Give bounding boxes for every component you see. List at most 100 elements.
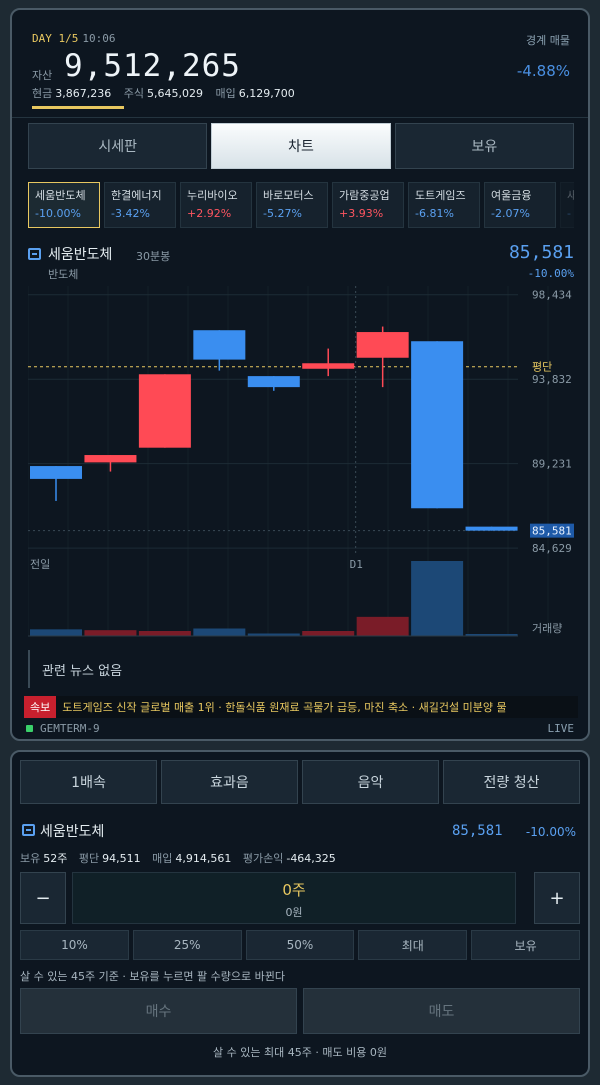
stock-selector-strip: 세움반도체 -10.00% 한결에너지 -3.42% 누리바이오 +2.92% 바로모… [28, 182, 574, 230]
increase-qty-button[interactable]: + [534, 872, 580, 924]
preset-25-button[interactable]: 25% [132, 930, 242, 960]
candle-body [465, 526, 518, 531]
order-form: 세움반도체 85,581 -10.00% 보유 52주 평단 94,511 매입 4,… [20, 812, 580, 1070]
price-tick-label: 98,434 [532, 289, 572, 302]
pnl-value: -464,325 [286, 852, 336, 865]
music-button[interactable]: 음악 [302, 760, 439, 804]
chart-sector: 반도체 [48, 268, 79, 281]
stock-icon [28, 248, 41, 260]
candle-body [247, 376, 300, 388]
sound-effects-button[interactable]: 효과음 [161, 760, 298, 804]
status-bar: GEMTERM-9 LIVE [24, 720, 578, 738]
stock-chip[interactable]: 여울금융 -2.07% [484, 182, 556, 228]
stock-chip-name: 바로모터스 [263, 189, 314, 202]
cash-label: 현금 [32, 87, 53, 100]
trade-panel: 1배속 효과음 음악 전량 청산 세움반도체 85,581 -10.00% 보유… [10, 750, 590, 1077]
avg-label: 평단 [78, 852, 100, 865]
chart-stock-name: 세움반도체 [48, 247, 113, 263]
control-bar: 1배속 효과음 음악 전량 청산 [20, 760, 580, 804]
speed-button[interactable]: 1배속 [20, 760, 157, 804]
tab-chart[interactable]: 차트 [211, 123, 391, 169]
preset-10-button[interactable]: 10% [20, 930, 129, 960]
stock-chip-name: 도트게임즈 [415, 189, 466, 202]
candle-body [302, 363, 355, 369]
cash-value: 3,867,236 [55, 87, 112, 100]
volume-bar [84, 630, 137, 636]
quantity-display[interactable]: 0주 0원 [72, 872, 516, 924]
preset-50-button[interactable]: 50% [245, 930, 355, 960]
x-label-divider: D1 [350, 558, 363, 571]
news-ticker: 속보 도트게임즈 신작 글로벌 매출 1위 · 한돌식품 원재료 곡물가 급등,… [24, 696, 578, 718]
stock-chip[interactable]: 가람중공업 +3.93% [332, 182, 404, 228]
clock-time: 10:06 [82, 32, 116, 45]
account-header: DAY 1/5 10:06 자산 9,512,265 경계 매물 -4.88% 현… [12, 10, 588, 118]
stock-chip[interactable]: 새길 - [560, 182, 574, 228]
stock-icon [22, 824, 35, 836]
stock-chip-name: 세움반도체 [35, 189, 86, 202]
account-summary: 현금 3,867,236 주식 5,645,029 매입 6,129,700 [32, 85, 304, 101]
avg-price-label: 평단 [532, 361, 552, 374]
order-actions: 매수 매도 [20, 988, 580, 1034]
buy-label: 매입 [215, 87, 236, 100]
current-price-label: 85,581 [532, 525, 572, 538]
stock-value: 5,645,029 [146, 87, 203, 100]
order-footer: 살 수 있는 최대 45주 · 매도 비용 0원 [213, 1046, 387, 1059]
buy-button[interactable]: 매수 [20, 988, 297, 1034]
status-led-icon [26, 725, 33, 732]
stock-chip-pct: -10.00% [35, 207, 81, 220]
candlestick-chart: 98,434 93,832 89,231 84,629 평단 85,581 전일 D1 거래량 [28, 286, 574, 637]
quantity-presets: 10% 25% 50% 최대 보유 [20, 930, 580, 960]
buy-value: 6,129,700 [238, 87, 295, 100]
volume-bar [30, 629, 82, 636]
liquidate-all-button[interactable]: 전량 청산 [443, 760, 580, 804]
system-name: GEMTERM-9 [40, 722, 100, 735]
sell-button[interactable]: 매도 [303, 988, 580, 1034]
alert-status: 경계 매물 [526, 34, 570, 47]
buy-value: 4,914,561 [175, 852, 232, 865]
asset-label: 자산 [32, 69, 53, 82]
chart-interval: 30분봉 [136, 250, 171, 263]
volume-bar [356, 616, 409, 636]
hold-label: 보유 [20, 852, 41, 865]
chart-pct: -10.00% [527, 267, 574, 280]
price-tick-label: 89,231 [532, 458, 572, 471]
pnl-label: 평가손익 [242, 852, 284, 865]
tab-quotes[interactable]: 시세판 [28, 123, 208, 169]
trade-pct: -10.00% [525, 825, 576, 839]
day-indicator: DAY 1/5 10:06 [32, 32, 115, 45]
stock-chip-name: 한결에너지 [111, 189, 162, 202]
chart-price: 85,581 [508, 242, 574, 263]
volume-bar [138, 631, 191, 636]
volume-bar [193, 628, 246, 636]
stock-chip[interactable]: 한결에너지 -3.42% [104, 182, 176, 228]
total-asset-value: 9,512,265 [64, 48, 241, 84]
day-label: DAY 1/5 [32, 32, 79, 45]
trade-price: 85,581 [452, 823, 503, 839]
stock-chip-name: 누리바이오 [187, 189, 238, 202]
preset-holding-button[interactable]: 보유 [471, 930, 580, 960]
stock-chip[interactable]: 도트게임즈 -6.81% [408, 182, 480, 228]
stock-chip-pct: - [567, 207, 571, 220]
tab-holdings[interactable]: 보유 [394, 123, 574, 169]
hold-value: 52주 [43, 852, 68, 865]
asset-change-percent: -4.88% [516, 62, 570, 80]
decrease-qty-button[interactable]: − [20, 872, 66, 924]
stock-chip-pct: +3.93% [339, 207, 384, 220]
day-progress-bar [32, 106, 124, 109]
candle-body [30, 466, 82, 479]
preset-max-button[interactable]: 최대 [358, 930, 468, 960]
stock-chip[interactable]: 세움반도체 -10.00% [28, 182, 100, 228]
volume-bar [411, 561, 464, 636]
stock-label: 주식 [123, 87, 144, 100]
stock-chip[interactable]: 바로모터스 -5.27% [256, 182, 328, 228]
breaking-badge: 속보 [24, 696, 57, 718]
volume-label: 거래량 [532, 622, 562, 635]
x-label-start: 전일 [30, 557, 50, 571]
stock-chip[interactable]: 누리바이오 +2.92% [180, 182, 252, 228]
live-indicator: LIVE [547, 722, 575, 735]
market-panel: DAY 1/5 10:06 자산 9,512,265 경계 매물 -4.88% 현… [10, 8, 590, 741]
stock-chip-name: 여울금융 [491, 189, 532, 202]
candle-body [84, 455, 137, 463]
stock-chip-pct: -3.42% [111, 207, 150, 220]
candle-body [193, 330, 246, 360]
